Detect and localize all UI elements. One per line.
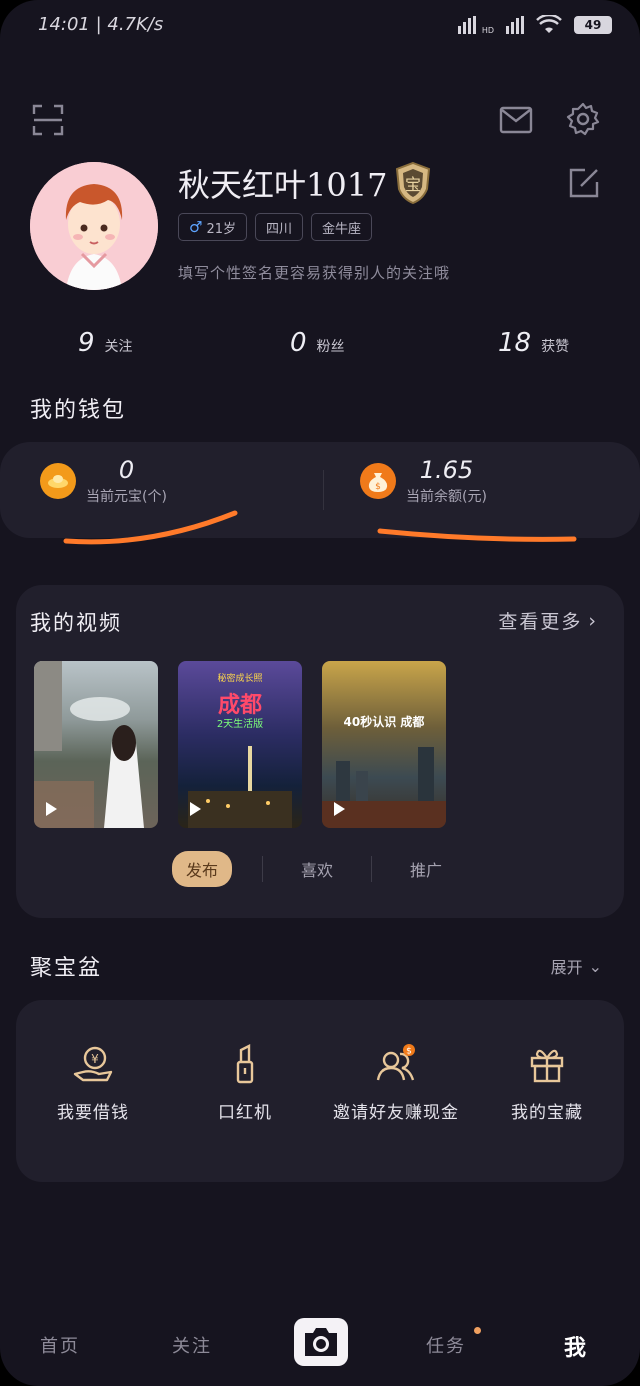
treasure-card: ¥ 我要借钱 口红机 $ 邀请好友赚现金 我的宝藏 [16, 1000, 624, 1182]
vip-badge-icon: 宝 [396, 161, 431, 205]
annotation-underline [63, 510, 577, 545]
chevron-down-icon: ⌄ [588, 956, 602, 976]
tag-age: ♂ 21岁 [178, 213, 247, 241]
expand-button[interactable]: 展开 ⌄ [551, 954, 602, 978]
yuanbao-label: 当前元宝(个) [86, 489, 167, 505]
stat-likes[interactable]: 18 获赞 [498, 328, 569, 358]
nav-home[interactable]: 首页 [40, 1332, 80, 1358]
scan-icon[interactable] [32, 104, 64, 136]
nav-me[interactable]: 我 [564, 1330, 588, 1362]
notification-dot [474, 1327, 481, 1334]
avatar[interactable] [30, 162, 158, 290]
balance-value: 1.65 [419, 456, 474, 484]
gear-icon[interactable] [566, 102, 600, 136]
tab-promote[interactable]: 推广 [372, 857, 480, 881]
play-icon [46, 802, 57, 816]
svg-text:$: $ [375, 482, 381, 492]
nav-following[interactable]: 关注 [172, 1332, 212, 1358]
video-thumb[interactable]: 秘密成长照 成都 2天生活版 [178, 661, 302, 828]
treasure-item-borrow[interactable]: ¥ 我要借钱 [18, 1044, 168, 1123]
play-icon [190, 802, 201, 816]
chevron-right-icon: › [588, 609, 598, 632]
signal-icon-2 [506, 15, 524, 34]
male-icon: ♂ [189, 218, 203, 236]
stat-fans[interactable]: 0 粉丝 [290, 328, 345, 358]
battery-icon: 49 [574, 15, 612, 34]
yuanbao-value: 0 [118, 456, 135, 484]
invite-friends-icon: $ [376, 1044, 415, 1081]
treasure-item-invite[interactable]: $ 邀请好友赚现金 [322, 1044, 470, 1123]
tag-zodiac: 金牛座 [311, 213, 373, 241]
status-time: 14:01 | 4.7K/s [38, 14, 164, 35]
wifi-icon [536, 14, 562, 33]
stat-following[interactable]: 9 关注 [78, 328, 133, 358]
svg-text:¥: ¥ [91, 1052, 99, 1066]
edit-profile-icon[interactable] [567, 166, 601, 200]
svg-text:$: $ [406, 1047, 412, 1057]
wallet-title: 我的钱包 [30, 398, 127, 423]
tag-location: 四川 [255, 213, 304, 241]
lipstick-icon [236, 1044, 254, 1084]
bottom-nav: 首页 关注 任务 我 [0, 1310, 640, 1386]
yuanbao-item[interactable]: 0 当前元宝(个) [40, 456, 167, 506]
treasure-item-lipstick[interactable]: 口红机 [170, 1044, 320, 1123]
play-icon [334, 802, 345, 816]
view-more-button[interactable]: 查看更多 › [498, 607, 598, 634]
video-thumb[interactable]: 40秒认识 成都 [322, 661, 446, 828]
borrow-money-icon: ¥ [73, 1046, 113, 1082]
my-videos-card: 我的视频 查看更多 › 秘密成长照 成都 2天生活版 40秒认识 成都 发布 喜… [16, 585, 624, 918]
camera-icon [305, 1328, 337, 1356]
yuanbao-icon [40, 463, 76, 499]
video-thumb[interactable] [34, 661, 158, 828]
username: 秋天红叶1017 [178, 166, 388, 204]
balance-label: 当前余额(元) [406, 489, 487, 505]
balance-item[interactable]: $ 1.65 当前余额(元) [360, 456, 487, 506]
treasure-title: 聚宝盆 [30, 956, 103, 981]
videos-title: 我的视频 [30, 611, 122, 635]
mail-icon[interactable] [499, 106, 533, 134]
signal-icon [457, 15, 476, 34]
nav-tasks[interactable]: 任务 [426, 1332, 466, 1358]
svg-text:宝: 宝 [405, 175, 421, 194]
network-type: HD [481, 26, 494, 35]
wallet-divider [323, 470, 324, 510]
profile-screen: 14:01 | 4.7K/s HD 49 秋天红叶1017 宝 ♂ 21岁 四川… [0, 0, 640, 1386]
camera-button[interactable] [294, 1318, 348, 1366]
avatar-illustration [30, 162, 158, 290]
tab-liked[interactable]: 喜欢 [263, 857, 371, 881]
bio-placeholder[interactable]: 填写个性签名更容易获得别人的关注哦 [178, 262, 450, 283]
status-bar: 14:01 | 4.7K/s HD 49 [0, 0, 640, 52]
gift-icon [530, 1049, 564, 1083]
treasure-item-treasure[interactable]: 我的宝藏 [472, 1044, 622, 1123]
tab-published[interactable]: 发布 [172, 851, 233, 887]
money-bag-icon: $ [360, 463, 396, 499]
